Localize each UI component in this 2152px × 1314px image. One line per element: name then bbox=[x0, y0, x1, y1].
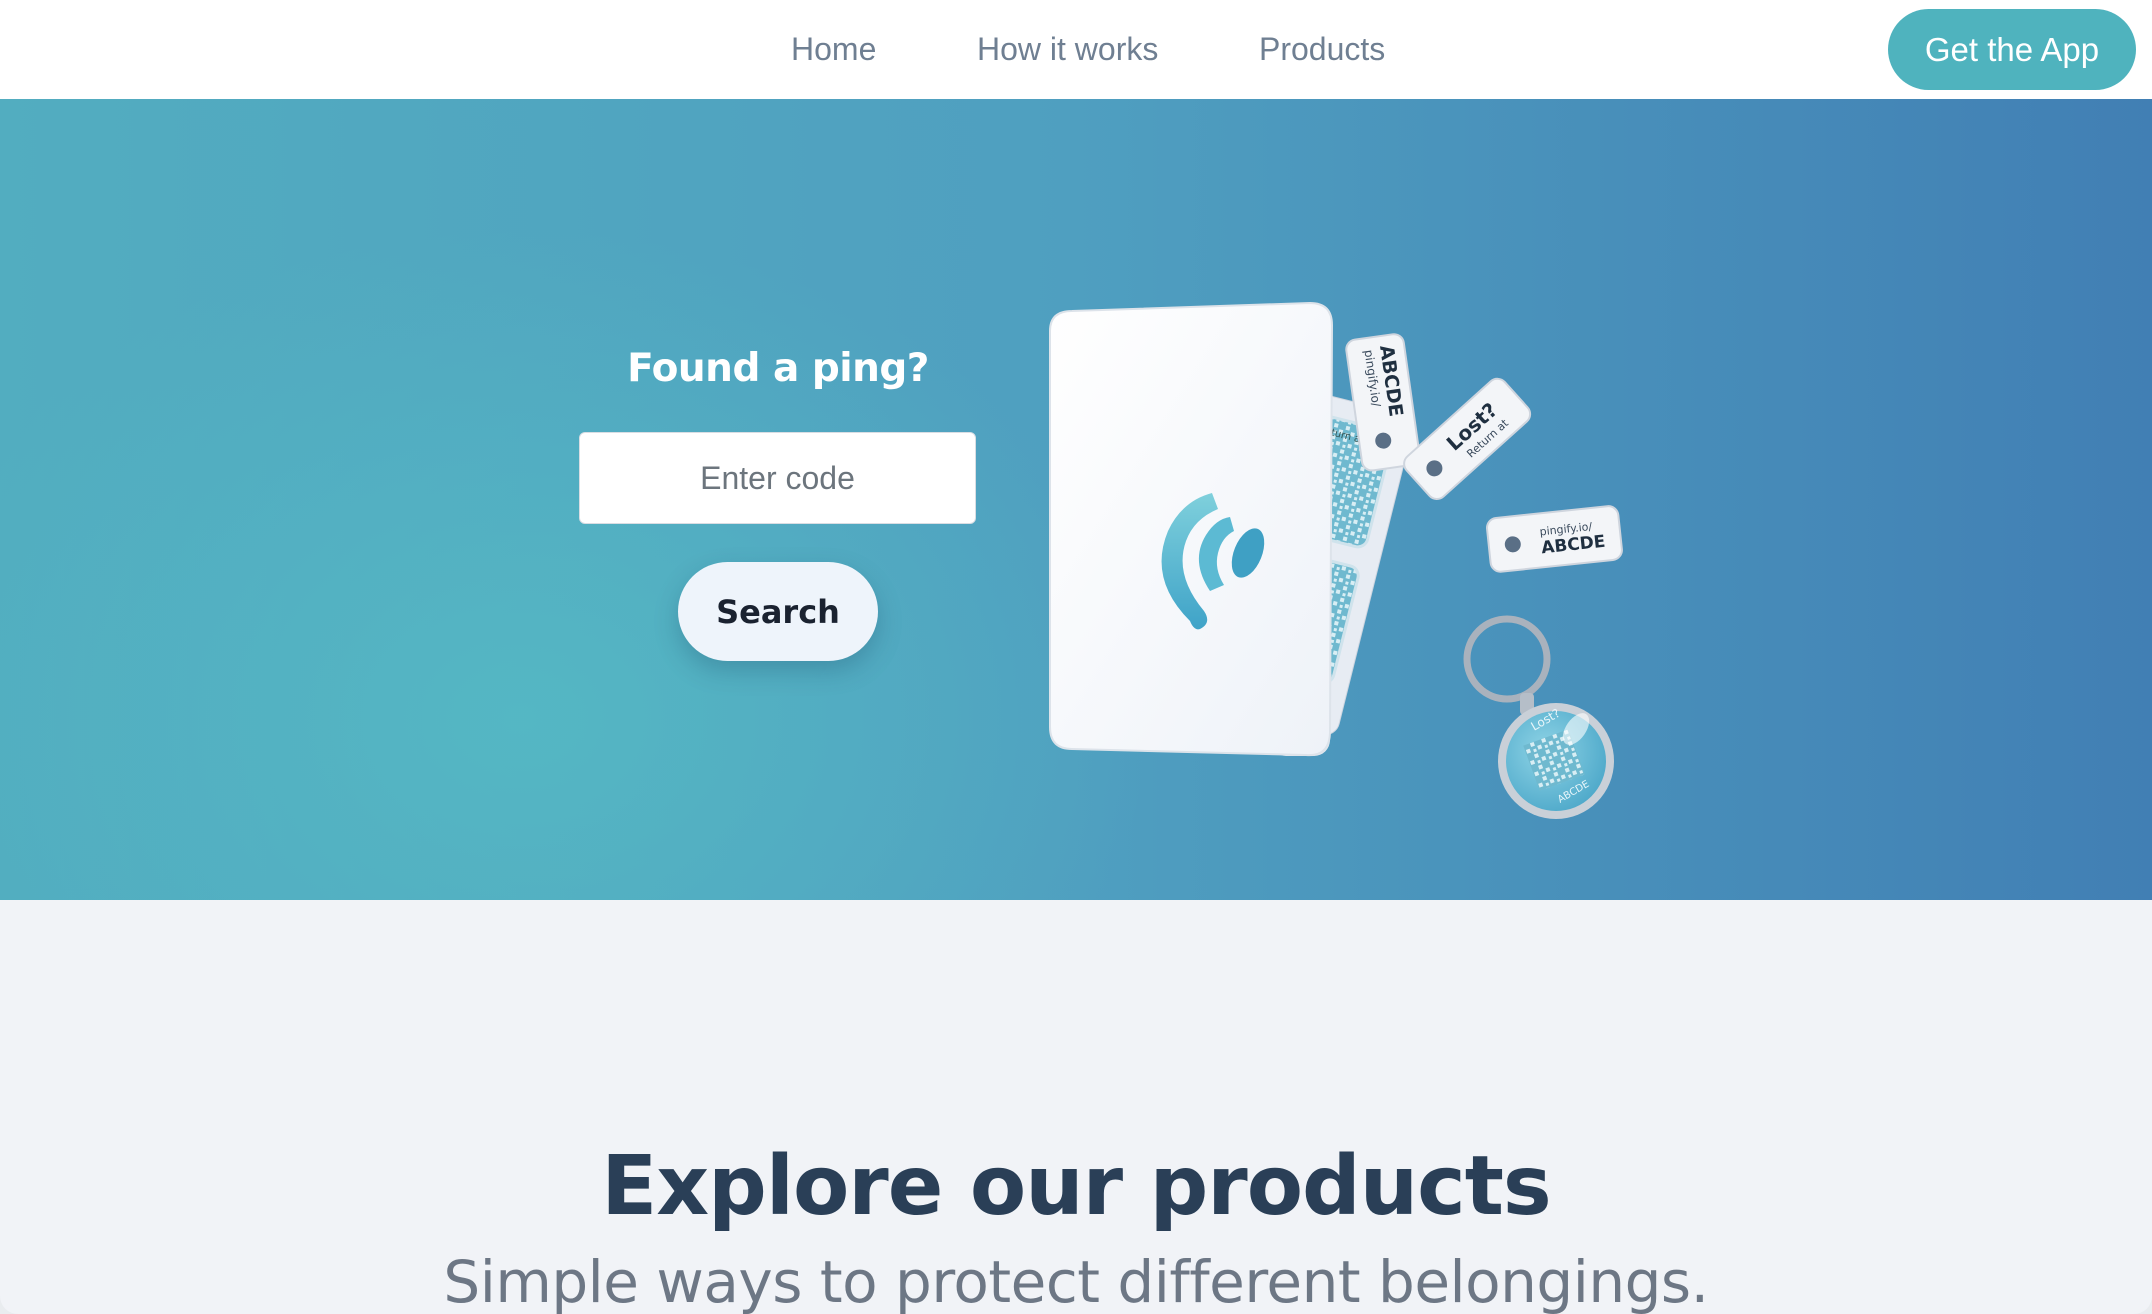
search-button[interactable]: Search bbox=[678, 562, 878, 661]
product-illustration: Lost? Return at pingify.io/ ABCDE bbox=[1049, 301, 1623, 819]
top-nav: Home How it works Products Get the App bbox=[0, 0, 2152, 99]
code-input[interactable] bbox=[579, 432, 976, 524]
leather-tag-right: pingify.io/ ABCDE bbox=[1485, 505, 1623, 573]
leather-tag-lost: Lost? Return at bbox=[1403, 377, 1532, 501]
explore-subtitle: Simple ways to protect different belongi… bbox=[443, 1248, 1709, 1314]
hero-title: Found a ping? bbox=[627, 346, 929, 391]
nav-link-how-it-works[interactable]: How it works bbox=[977, 27, 1158, 71]
page: Home How it works Products Get the App F… bbox=[0, 0, 2152, 1314]
nav-link-products[interactable]: Products bbox=[1259, 27, 1385, 71]
explore-title: Explore our products bbox=[601, 1139, 1552, 1235]
hero-section: Found a ping? Search bbox=[0, 99, 2152, 900]
get-the-app-button[interactable]: Get the App bbox=[1888, 9, 2136, 90]
pingify-card bbox=[1049, 301, 1334, 757]
keyring-tag: Lost? ABCDE bbox=[1463, 615, 1614, 819]
nav-link-home[interactable]: Home bbox=[791, 27, 876, 71]
